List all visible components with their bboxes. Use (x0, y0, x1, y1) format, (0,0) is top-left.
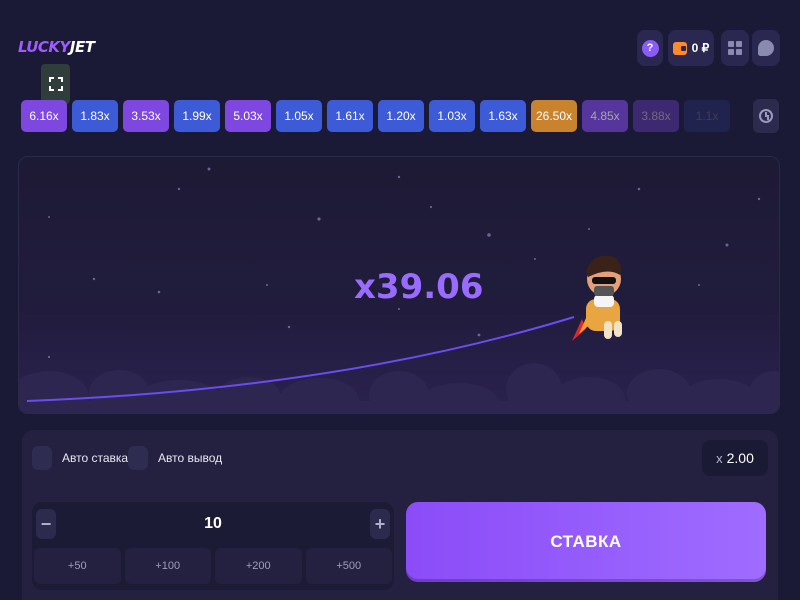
history-chip[interactable]: 6.16x (21, 100, 67, 132)
chat-icon (758, 40, 774, 56)
quick-bet-row: +50 +100 +200 +500 (34, 548, 392, 584)
history-chip[interactable]: 1.1x (684, 100, 730, 132)
help-icon: ? (641, 39, 659, 57)
history-chip[interactable]: 3.53x (123, 100, 169, 132)
auto-bet-label: Авто ставка (62, 451, 129, 465)
increase-stake-button[interactable]: + (369, 509, 390, 539)
fullscreen-icon (48, 77, 63, 91)
stake-input[interactable]: 10 (204, 515, 222, 533)
chat-button[interactable] (752, 30, 780, 66)
stake-controls: − 10 + +50 +100 +200 +500 (32, 502, 394, 590)
auto-bet-switch[interactable] (32, 446, 52, 470)
place-bet-button[interactable]: СТАВКА (406, 502, 766, 582)
clock-icon (759, 109, 773, 123)
multiplier-history: 6.16x 1.83x 3.53x 1.99x 5.03x 1.05x 1.61x 1.20x… (21, 100, 730, 132)
bet-panel: Авто ставка Авто вывод x 2.00 − 10 + +50… (22, 430, 778, 600)
history-chip[interactable]: 1.20x (378, 100, 424, 132)
current-multiplier: x39.06 (354, 267, 484, 307)
balance-button[interactable]: 0 ₽ (668, 30, 714, 66)
lucky-jet-logo: LUCKYJET (18, 38, 95, 56)
history-chip[interactable]: 3.88x (633, 100, 679, 132)
history-chip[interactable]: 26.50x (531, 100, 577, 132)
history-chip[interactable]: 1.05x (276, 100, 322, 132)
logo-jet-text: JET (69, 38, 95, 56)
history-chip[interactable]: 4.85x (582, 100, 628, 132)
lucky-jet-character (572, 255, 622, 341)
stake-stepper: − 10 + (36, 506, 390, 542)
quick-bet-button[interactable]: +100 (124, 548, 211, 584)
clouds (19, 363, 779, 413)
quick-bet-button[interactable]: +200 (215, 548, 302, 584)
auto-cashout-label: Авто вывод (158, 451, 223, 465)
balance-value: 0 ₽ (691, 41, 710, 55)
auto-bet-toggle[interactable]: Авто ставка (32, 446, 128, 470)
quick-bet-button[interactable]: +500 (305, 548, 392, 584)
history-chip[interactable]: 1.83x (72, 100, 118, 132)
auto-cashout-toggle[interactable]: Авто вывод (128, 446, 222, 470)
cashout-prefix: x (716, 450, 723, 466)
history-chip[interactable]: 1.63x (480, 100, 526, 132)
auto-cashout-input[interactable]: x 2.00 (702, 440, 768, 476)
game-area: x39.06 (18, 156, 780, 414)
history-chip[interactable]: 1.61x (327, 100, 373, 132)
grid-menu-icon (728, 41, 742, 55)
menu-button[interactable] (721, 30, 749, 66)
history-chip[interactable]: 5.03x (225, 100, 271, 132)
history-chip[interactable]: 1.99x (174, 100, 220, 132)
decrease-stake-button[interactable]: − (36, 509, 56, 539)
cashout-value: 2.00 (726, 450, 754, 466)
wallet-icon (672, 41, 687, 55)
star-field (47, 167, 761, 359)
history-chip[interactable]: 1.03x (429, 100, 475, 132)
auto-cashout-switch[interactable] (128, 446, 148, 470)
logo-lucky-text: LUCKY (18, 38, 70, 56)
fullscreen-button[interactable] (41, 64, 70, 104)
quick-bet-button[interactable]: +50 (34, 548, 121, 584)
history-button[interactable] (753, 99, 779, 133)
help-button[interactable]: ? (637, 30, 663, 66)
